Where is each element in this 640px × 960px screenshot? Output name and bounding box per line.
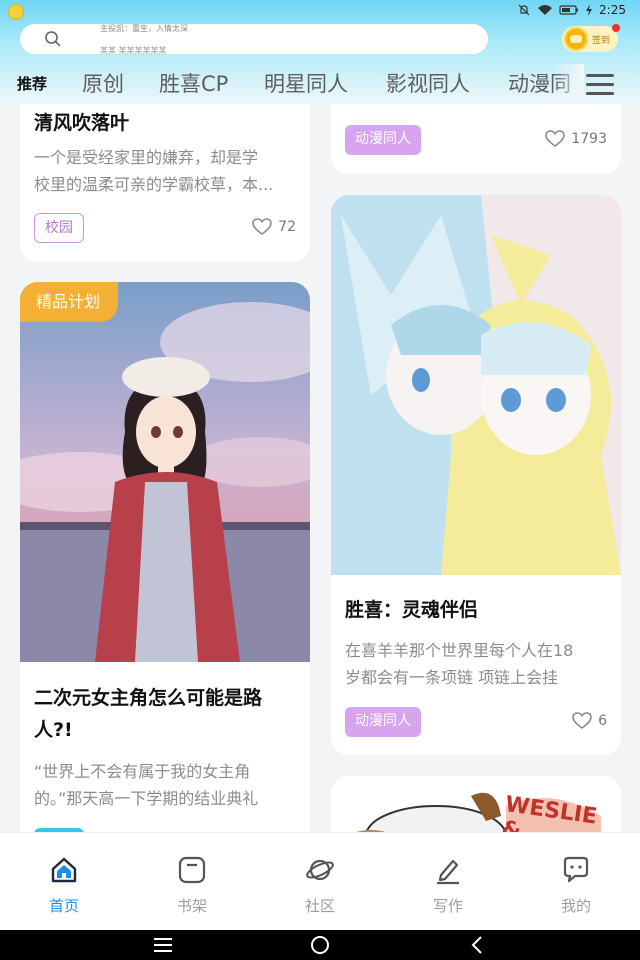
signin-button[interactable]: 签到	[562, 24, 620, 52]
heart-icon	[545, 130, 566, 147]
tab-recommend[interactable]: 推荐	[17, 64, 47, 104]
genre-tag[interactable]: 校园	[34, 213, 84, 243]
like-count[interactable]: 1793	[545, 130, 607, 148]
mute-icon	[518, 4, 530, 16]
tab-original[interactable]: 原创	[82, 64, 124, 104]
home-icon	[51, 857, 77, 883]
nav-profile[interactable]: 我的	[512, 833, 640, 931]
status-time: 2:25	[599, 3, 626, 17]
nav-community-label: 社区	[304, 897, 335, 915]
tabs-fade	[554, 64, 584, 104]
charging-icon	[586, 4, 593, 16]
heart-icon	[252, 218, 272, 235]
app-notification-icon	[8, 4, 24, 20]
search-hint-next: 某某·某某某某某某	[100, 46, 167, 54]
category-tabs: 推荐 原创 胜喜CP 明星同人 影视同人 动漫同	[0, 64, 640, 104]
battery-icon	[559, 5, 579, 15]
nav-bookshelf-label: 书架	[176, 897, 207, 915]
story-desc: 一个是受经家里的嫌弃，却是学 校里的温柔可亲的学霸校草，本...	[34, 148, 274, 194]
story-title: 清风吹落叶	[34, 112, 130, 134]
coin-icon	[564, 27, 588, 51]
recents-icon[interactable]	[153, 937, 173, 953]
wifi-icon	[538, 5, 553, 15]
like-count[interactable]: 72	[252, 218, 296, 236]
cover-image	[20, 282, 310, 662]
nav-home-label: 首页	[48, 897, 79, 915]
story-feed[interactable]: 清风吹落叶 一个是受经家里的嫌弃，却是学 校里的温柔可亲的学霸校草，本... 校…	[0, 104, 640, 832]
tab-film-fanfic[interactable]: 影视同人	[386, 64, 470, 104]
search-icon	[45, 31, 61, 47]
system-navigation-bar	[0, 930, 640, 960]
story-card-soulmate[interactable]: 胜喜：灵魂伴侣 在喜羊羊那个世界里每个人在18 岁都会有一条项链 项链上会挂 动…	[331, 195, 621, 755]
story-title: 二次元女主角怎么可能是路 人?!	[34, 687, 263, 741]
tab-celebrity-fanfic[interactable]: 明星同人	[264, 64, 348, 104]
home-circle-icon[interactable]	[310, 935, 330, 955]
genre-tag[interactable]: 动漫同人	[345, 707, 421, 737]
heart-icon	[572, 712, 592, 729]
planet-icon	[306, 859, 334, 881]
nav-write[interactable]: 写作	[384, 833, 512, 931]
category-menu-button[interactable]	[582, 70, 618, 100]
tab-shengxi-cp[interactable]: 胜喜CP	[159, 64, 228, 104]
genre-tag[interactable]: 动漫同人	[345, 125, 421, 155]
status-bar: 2:25	[0, 0, 640, 24]
nav-community[interactable]: 社区	[256, 833, 384, 931]
nav-profile-label: 我的	[560, 897, 591, 915]
nav-bookshelf[interactable]: 书架	[128, 833, 256, 931]
like-count[interactable]: 6	[572, 712, 607, 730]
story-card-anime-heroine[interactable]: 精品计划 二次元女主角怎么可能是路 人?! “世界上不会有属于我的女主角 的。”…	[20, 282, 310, 832]
story-title: 胜喜：灵魂伴侣	[345, 599, 479, 621]
story-card-anime-top[interactable]: 动漫同人 1793	[331, 104, 621, 174]
signin-label: 签到	[592, 35, 611, 46]
cover-image	[331, 195, 621, 575]
nav-home[interactable]: 首页	[0, 833, 128, 931]
status-indicators: 2:25	[517, 3, 626, 17]
search-hint-rolling: 主役凯：重生，入情太深	[100, 24, 188, 33]
back-icon[interactable]	[470, 935, 484, 955]
top-header: 2:25 主役凯：重生，入情太深 某某·某某某某某某 签到 推荐 原创 胜喜CP…	[0, 0, 640, 104]
premium-plan-badge: 精品计划	[20, 282, 119, 322]
story-card-weslie[interactable]: WESLIE &	[331, 776, 621, 832]
nav-write-label: 写作	[432, 897, 463, 915]
chat-icon	[563, 856, 589, 883]
notification-dot	[612, 24, 620, 32]
story-desc: “世界上不会有属于我的女主角 的。”那天高一下学期的结业典礼	[34, 762, 259, 808]
bookshelf-icon	[178, 856, 206, 884]
story-card-qingfeng[interactable]: 清风吹落叶 一个是受经家里的嫌弃，却是学 校里的温柔可亲的学霸校草，本... 校…	[20, 104, 310, 262]
pen-icon	[437, 859, 459, 885]
bottom-navigation: 首页 书架 社区 写作 我的	[0, 832, 640, 930]
story-desc: 在喜羊羊那个世界里每个人在18 岁都会有一条项链 项链上会挂	[345, 641, 574, 687]
search-input[interactable]: 主役凯：重生，入情太深 某某·某某某某某某	[20, 24, 488, 54]
